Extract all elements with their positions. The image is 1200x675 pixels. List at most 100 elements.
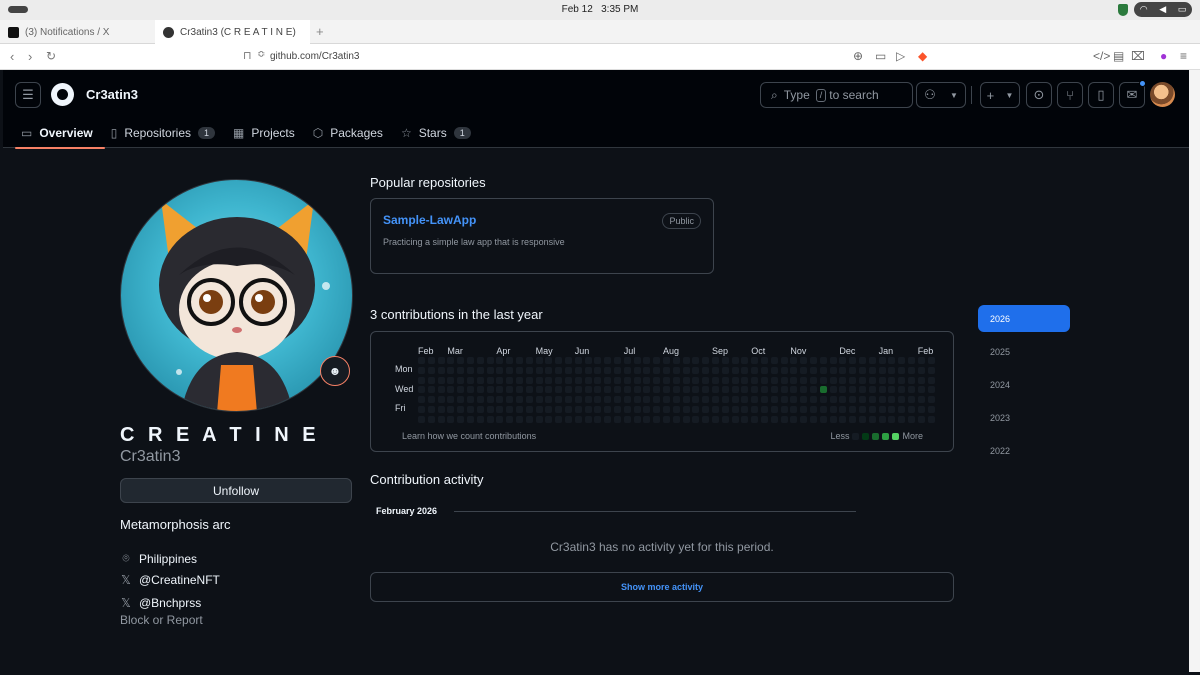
contribution-cell[interactable]: [653, 396, 661, 404]
repo-name-link[interactable]: Sample-LawApp: [383, 213, 476, 227]
contribution-cell[interactable]: [525, 406, 533, 413]
contribution-cell[interactable]: [702, 386, 710, 394]
contribution-cell[interactable]: [761, 415, 768, 423]
contribution-cell[interactable]: [702, 376, 710, 384]
contribution-cell[interactable]: [751, 376, 759, 384]
tab-repositories[interactable]: ▯ Repositories 1: [105, 117, 227, 148]
brave-shield-icon[interactable]: ◆: [918, 49, 927, 63]
contribution-cell[interactable]: [447, 357, 455, 364]
contribution-cell[interactable]: [663, 415, 670, 423]
contribution-cell[interactable]: [584, 376, 592, 384]
contribution-cell[interactable]: [849, 366, 857, 374]
contribution-cell[interactable]: [623, 376, 631, 384]
contribution-cell[interactable]: [888, 357, 896, 364]
contribution-cell[interactable]: [878, 406, 886, 413]
site-settings-icon[interactable]: ≎: [257, 49, 265, 60]
contribution-cell[interactable]: [868, 386, 876, 394]
contribution-cell[interactable]: [800, 396, 808, 404]
contribution-cell[interactable]: [751, 357, 759, 364]
contribution-cell[interactable]: [594, 415, 602, 423]
contribution-cell[interactable]: [427, 386, 435, 394]
contribution-cell[interactable]: [574, 376, 582, 384]
contribution-cell[interactable]: [692, 406, 700, 413]
contribution-cell[interactable]: [878, 366, 886, 374]
contribution-cell[interactable]: [623, 357, 631, 364]
contribution-cell[interactable]: [770, 396, 778, 404]
contribution-cell[interactable]: [839, 396, 847, 404]
header-username[interactable]: Cr3atin3: [86, 87, 138, 102]
contribution-cell[interactable]: [898, 357, 906, 364]
contribution-cell[interactable]: [427, 366, 435, 374]
contribution-cell[interactable]: [868, 357, 876, 364]
contribution-cell[interactable]: [653, 406, 661, 413]
contribution-cell[interactable]: [839, 415, 847, 423]
contribution-cell[interactable]: [770, 415, 778, 423]
contribution-cell[interactable]: [819, 396, 827, 404]
contribution-cell[interactable]: [712, 415, 719, 423]
contribution-cell[interactable]: [908, 396, 915, 404]
contribution-cell[interactable]: [682, 415, 690, 423]
contribution-cell[interactable]: [476, 366, 484, 374]
contribution-cell[interactable]: [663, 366, 670, 374]
contribution-cell[interactable]: [496, 376, 504, 384]
copilot-button[interactable]: ⚇ ▼: [916, 82, 966, 108]
contribution-cell[interactable]: [594, 386, 602, 394]
profile-avatar[interactable]: [120, 179, 353, 412]
cast-icon[interactable]: ▭: [875, 49, 886, 63]
contribution-cell[interactable]: [437, 406, 445, 413]
contribution-cell[interactable]: [418, 406, 425, 413]
contribution-cell[interactable]: [476, 396, 484, 404]
contribution-cell[interactable]: [819, 366, 827, 374]
contribution-cell[interactable]: [516, 376, 523, 384]
contribution-cell[interactable]: [712, 366, 719, 374]
year-2026[interactable]: 2026: [978, 305, 1070, 332]
pull-requests-button[interactable]: ⑂: [1057, 82, 1083, 108]
contribution-cell[interactable]: [839, 366, 847, 374]
contribution-cell[interactable]: [476, 376, 484, 384]
twitter-item[interactable]: 𝕏 @CreatineNFT: [120, 573, 220, 587]
contribution-cell[interactable]: [467, 366, 474, 374]
contribution-cell[interactable]: [594, 376, 602, 384]
contribution-cell[interactable]: [800, 357, 808, 364]
contribution-cell[interactable]: [555, 396, 563, 404]
contribution-cell[interactable]: [898, 376, 906, 384]
contribution-cell[interactable]: [682, 357, 690, 364]
contribution-cell[interactable]: [868, 366, 876, 374]
contribution-cell[interactable]: [643, 406, 651, 413]
block-report-link[interactable]: Block or Report: [120, 613, 203, 627]
contribution-cell[interactable]: [780, 376, 788, 384]
contribution-cell[interactable]: [427, 415, 435, 423]
contribution-cell[interactable]: [770, 376, 778, 384]
contribution-cell[interactable]: [839, 376, 847, 384]
contribution-cell[interactable]: [604, 415, 612, 423]
contribution-cell[interactable]: [457, 376, 465, 384]
contribution-cell[interactable]: [614, 376, 621, 384]
learn-contributions-link[interactable]: Learn how we count contributions: [402, 431, 536, 441]
contribution-cell[interactable]: [741, 396, 749, 404]
contribution-cell[interactable]: [682, 376, 690, 384]
year-2024[interactable]: 2024: [978, 371, 1070, 398]
clock[interactable]: Feb 12 3:35 PM: [0, 4, 1200, 15]
contribution-cell[interactable]: [908, 376, 915, 384]
contribution-cell[interactable]: [770, 406, 778, 413]
contribution-cell[interactable]: [476, 357, 484, 364]
contribution-cell[interactable]: [839, 406, 847, 413]
show-more-activity-button[interactable]: Show more activity: [370, 572, 954, 602]
contribution-cell[interactable]: [692, 357, 700, 364]
repositories-button[interactable]: ▯: [1088, 82, 1114, 108]
contribution-cell[interactable]: [516, 366, 523, 374]
contribution-cell[interactable]: [839, 357, 847, 364]
contribution-cell[interactable]: [829, 357, 837, 364]
contribution-cell[interactable]: [741, 357, 749, 364]
contribution-cell[interactable]: [829, 366, 837, 374]
contribution-cell[interactable]: [741, 376, 749, 384]
contribution-cell[interactable]: [868, 415, 876, 423]
issues-button[interactable]: ⊙: [1026, 82, 1052, 108]
contribution-cell[interactable]: [614, 366, 621, 374]
contribution-cell[interactable]: [790, 366, 798, 374]
contribution-cell[interactable]: [506, 396, 514, 404]
contribution-cell[interactable]: [819, 406, 827, 413]
contribution-cell[interactable]: [467, 357, 474, 364]
contribution-cell[interactable]: [506, 376, 514, 384]
contribution-cell[interactable]: [917, 396, 925, 404]
